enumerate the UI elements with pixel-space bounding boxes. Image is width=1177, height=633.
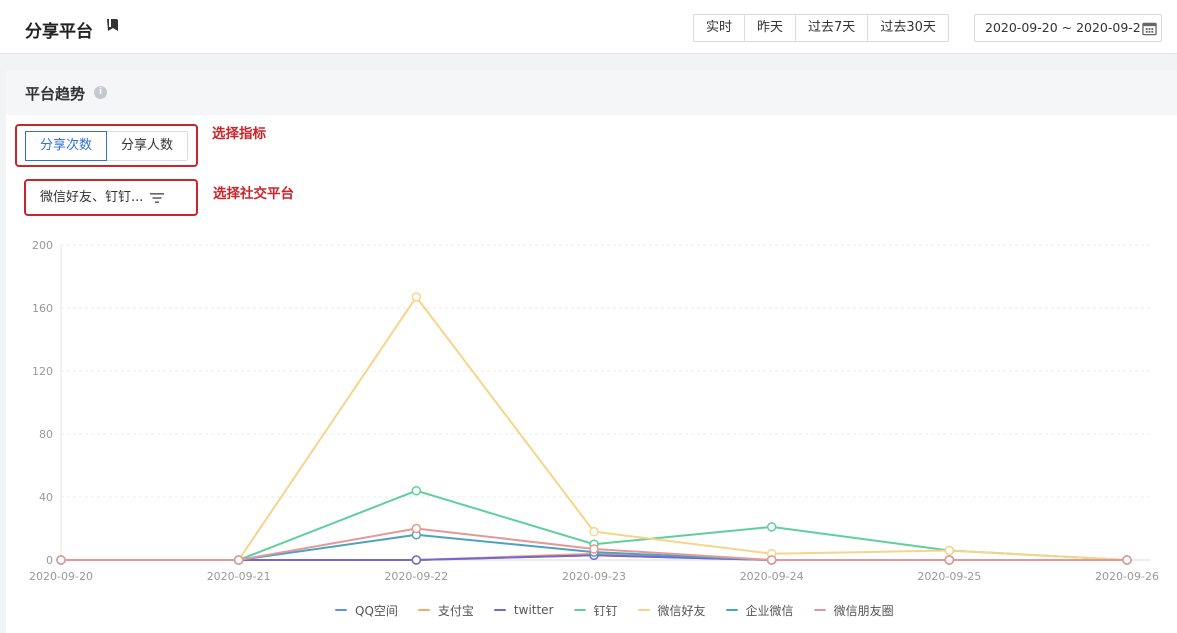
legend-label: 微信好友 — [657, 603, 706, 618]
legend-label: 支付宝 — [437, 603, 474, 618]
metric-share-users[interactable]: 分享人数 — [107, 132, 187, 160]
legend-label: 微信朋友圈 — [833, 603, 894, 618]
date-range-picker[interactable]: 2020-09-20 ~ 2020-09-26 — [974, 14, 1162, 42]
platform-select-value: 微信好友、钉钉... — [40, 190, 144, 205]
y-tick-label: 0 — [46, 554, 53, 567]
data-point — [1122, 555, 1132, 565]
legend-item[interactable]: 支付宝 — [417, 602, 474, 619]
x-tick-label: 2020-09-20 — [29, 570, 93, 583]
y-tick-label: 80 — [39, 428, 53, 441]
top-bar: 分享平台 实时 昨天 过去7天 过去30天 2020-09-20 ~ 2020-… — [0, 0, 1177, 54]
data-point — [411, 485, 422, 496]
legend-label: QQ空间 — [355, 603, 398, 618]
legend-item[interactable]: QQ空间 — [335, 602, 398, 619]
series-line-4 — [61, 295, 1128, 561]
time-btn-yesterday[interactable]: 昨天 — [745, 15, 797, 41]
data-point — [944, 545, 955, 556]
trend-line-chart: 0 40 80 120 160 200 2020-09-20 2020-09-21 2020-0… — [29, 239, 1159, 583]
metric-share-count[interactable]: 分享次数 — [25, 131, 108, 161]
card-title: 平台趋势 — [25, 85, 86, 103]
data-point — [56, 555, 66, 565]
legend-swatch — [573, 609, 586, 611]
legend-swatch — [335, 609, 347, 611]
annotation-platform: 选择社交平台 — [213, 186, 294, 202]
legend-swatch — [725, 609, 738, 611]
y-tick-label: 160 — [32, 302, 53, 315]
x-tick-label: 2020-09-26 — [1095, 570, 1159, 583]
card-header: 平台趋势 i — [6, 70, 1177, 115]
info-icon[interactable]: i — [94, 86, 107, 99]
time-range-selector: 实时 昨天 过去7天 过去30天 — [693, 14, 949, 42]
data-point — [766, 555, 777, 565]
y-tick-label: 200 — [32, 239, 53, 252]
chart-legend: QQ空间 支付宝 twitter 钉钉 微信好友 企业微信 微信朋友圈 — [335, 601, 914, 619]
legend-item[interactable]: 微信朋友圈 — [813, 602, 894, 619]
time-btn-realtime[interactable]: 实时 — [694, 15, 746, 41]
data-point — [411, 292, 422, 302]
page-title: 分享平台 — [25, 22, 93, 42]
data-point — [411, 555, 422, 565]
legend-item[interactable]: 微信好友 — [637, 602, 706, 619]
data-point — [766, 522, 777, 532]
legend-item[interactable]: twitter — [493, 603, 554, 617]
legend-item[interactable]: 企业微信 — [725, 602, 794, 619]
legend-swatch — [637, 609, 650, 611]
legend-swatch — [417, 609, 430, 611]
time-btn-7days[interactable]: 过去7天 — [796, 15, 869, 41]
bookmark-icon[interactable] — [106, 18, 120, 32]
data-point — [944, 555, 955, 565]
x-tick-label: 2020-09-21 — [207, 570, 271, 583]
x-tick-label: 2020-09-24 — [740, 570, 804, 583]
filter-icon — [150, 193, 164, 203]
calendar-icon[interactable] — [1141, 21, 1157, 36]
data-point — [589, 526, 599, 537]
legend-label: 企业微信 — [745, 603, 794, 618]
data-point — [411, 523, 422, 534]
legend-swatch — [493, 609, 506, 611]
legend-label: twitter — [513, 603, 554, 617]
y-tick-label: 120 — [32, 365, 53, 378]
x-tick-label: 2020-09-25 — [917, 570, 981, 583]
legend-item[interactable]: 钉钉 — [573, 602, 618, 619]
x-tick-label: 2020-09-22 — [384, 570, 448, 583]
date-range-text: 2020-09-20 ~ 2020-09-26 — [985, 20, 1149, 35]
platform-select[interactable]: 微信好友、钉钉... — [28, 183, 194, 213]
data-point — [233, 555, 244, 565]
y-tick-label: 40 — [39, 491, 53, 504]
x-tick-label: 2020-09-23 — [562, 570, 626, 583]
metric-toggle: 分享次数 分享人数 — [25, 131, 189, 161]
time-btn-30days[interactable]: 过去30天 — [868, 15, 948, 41]
legend-swatch — [813, 609, 826, 611]
annotation-metric: 选择指标 — [212, 126, 266, 142]
data-point — [589, 544, 599, 554]
legend-label: 钉钉 — [593, 603, 618, 618]
